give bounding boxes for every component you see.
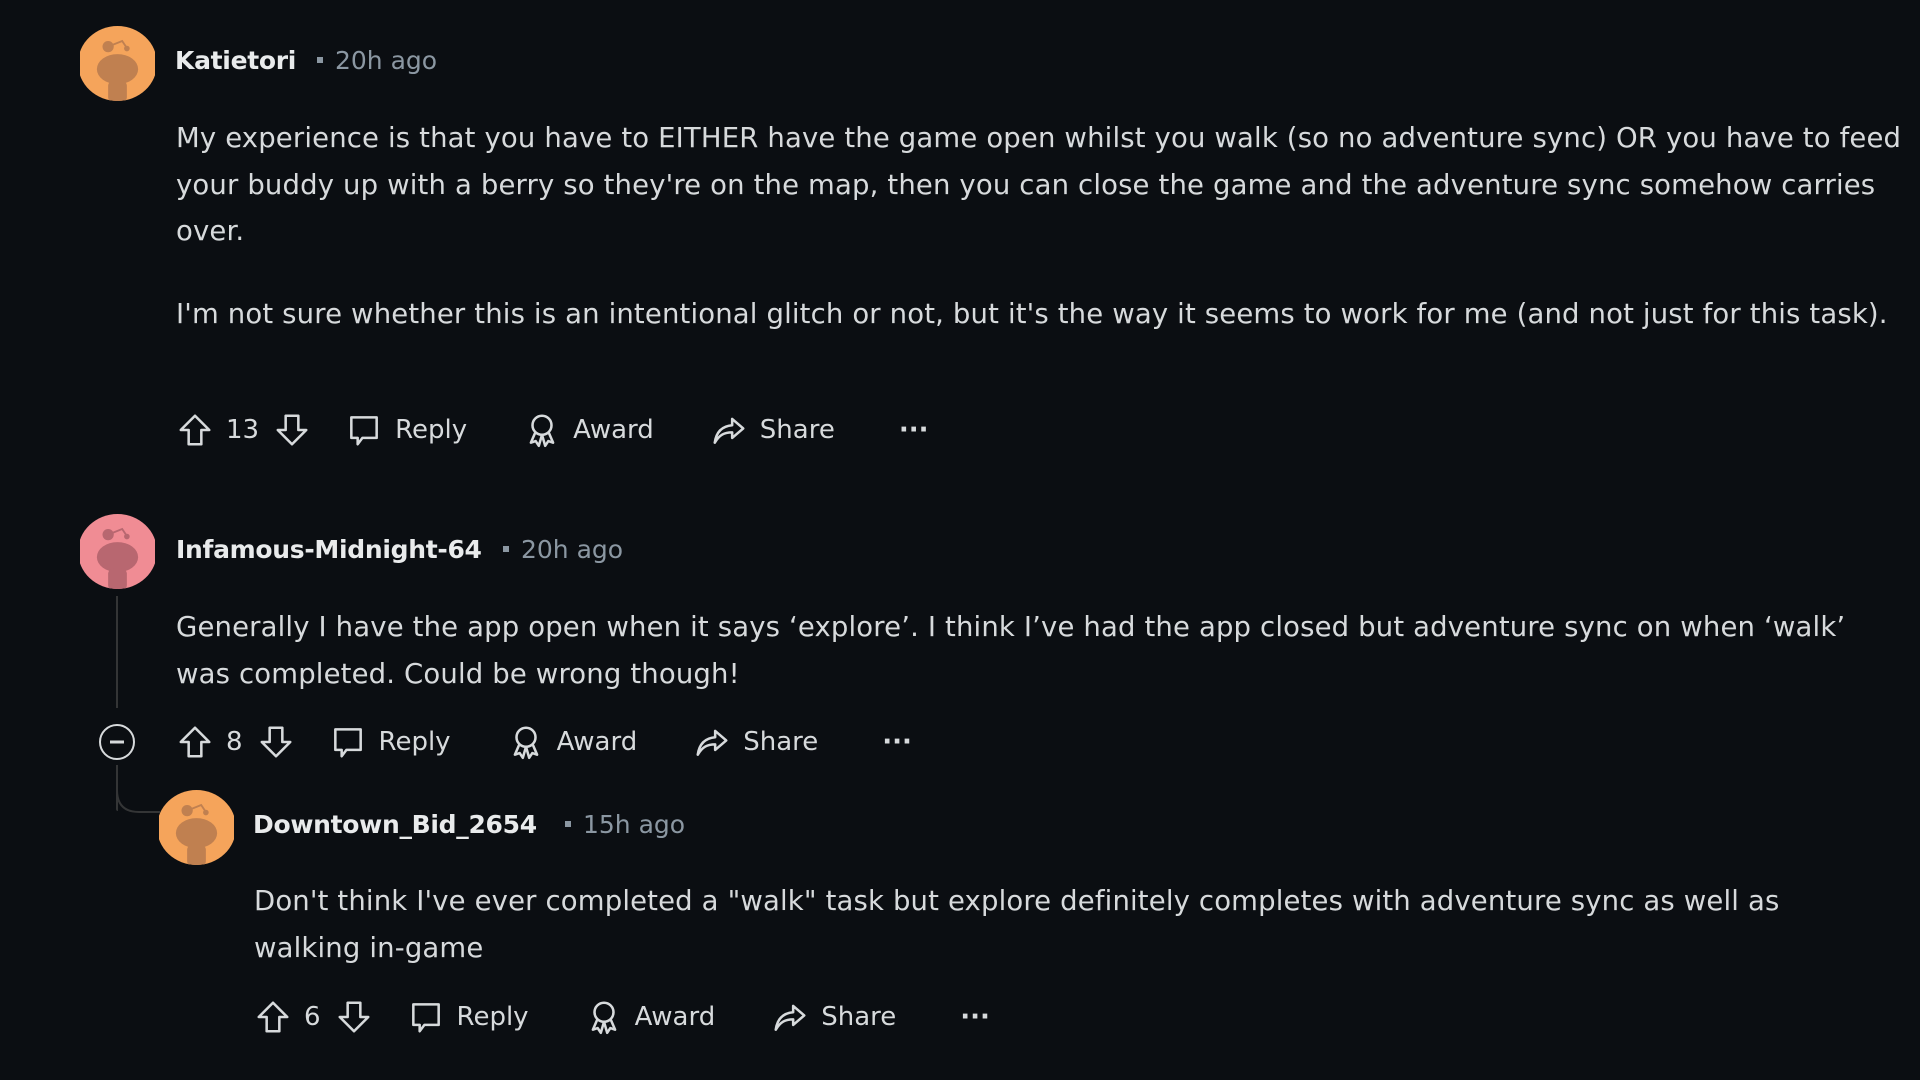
- username[interactable]: Downtown_Bid_2654: [253, 810, 537, 839]
- share-icon: [771, 998, 809, 1036]
- reddit-snoo-icon: [80, 26, 155, 101]
- share-icon: [710, 411, 748, 449]
- award-icon: [507, 723, 545, 761]
- comment-actions: 13 Reply Award Share ···: [176, 406, 928, 454]
- comment-bubble-icon: [329, 723, 367, 761]
- award-label: Award: [556, 727, 638, 757]
- username[interactable]: Katietori: [175, 46, 296, 75]
- avatar[interactable]: [78, 26, 157, 101]
- timestamp-text: 20h ago: [335, 46, 438, 75]
- timestamp: 15h ago: [565, 810, 685, 839]
- separator-dot: [317, 56, 323, 63]
- award-icon: [523, 411, 561, 449]
- more-options-button[interactable]: ···: [899, 415, 929, 445]
- comment-actions: 6 Reply Award Share ···: [254, 993, 990, 1041]
- share-button[interactable]: Share: [710, 411, 835, 449]
- reddit-snoo-icon: [80, 514, 155, 589]
- timestamp-text: 20h ago: [521, 535, 624, 564]
- share-label: Share: [743, 727, 819, 757]
- award-label: Award: [573, 415, 654, 445]
- reddit-snoo-icon: [159, 790, 234, 865]
- share-button[interactable]: Share: [693, 723, 818, 761]
- downvote-icon[interactable]: [335, 998, 373, 1036]
- avatar[interactable]: [78, 514, 157, 589]
- separator-dot: [565, 820, 571, 827]
- comment-body: Generally I have the app open when it sa…: [176, 604, 1876, 697]
- thread-line[interactable]: [116, 596, 118, 708]
- comment-actions: 8 Reply Award Share ···: [176, 718, 912, 766]
- comment-paragraph: Don't think I've ever completed a "walk"…: [254, 885, 1780, 964]
- comment-bubble-icon: [345, 411, 383, 449]
- comment-paragraph: I'm not sure whether this is an intentio…: [176, 297, 1888, 330]
- avatar[interactable]: [157, 790, 236, 865]
- timestamp-text: 15h ago: [583, 810, 686, 839]
- reply-label: Reply: [456, 1002, 529, 1032]
- reply-button[interactable]: Reply: [407, 998, 529, 1036]
- comment-bubble-icon: [407, 998, 445, 1036]
- upvote-icon[interactable]: [254, 998, 292, 1036]
- vote-score: 13: [226, 415, 260, 445]
- comment-body: Don't think I've ever completed a "walk"…: [254, 878, 1894, 971]
- share-label: Share: [759, 415, 835, 445]
- thread-connector: [116, 790, 160, 813]
- share-button[interactable]: Share: [771, 998, 896, 1036]
- timestamp: 20h ago: [503, 535, 623, 564]
- more-options-button[interactable]: ···: [960, 1002, 990, 1032]
- separator-dot: [503, 545, 509, 552]
- downvote-icon[interactable]: [257, 723, 295, 761]
- award-label: Award: [634, 1002, 716, 1032]
- vote-score: 8: [226, 727, 243, 757]
- reply-label: Reply: [395, 415, 468, 445]
- downvote-icon[interactable]: [273, 411, 311, 449]
- upvote-icon[interactable]: [176, 411, 214, 449]
- reply-button[interactable]: Reply: [345, 411, 467, 449]
- share-label: Share: [821, 1002, 897, 1032]
- comment-paragraph: Generally I have the app open when it sa…: [176, 611, 1846, 690]
- award-button[interactable]: Award: [585, 998, 716, 1036]
- more-options-button[interactable]: ···: [882, 727, 912, 757]
- vote-score: 6: [304, 1002, 321, 1032]
- reply-button[interactable]: Reply: [329, 723, 451, 761]
- share-icon: [693, 723, 731, 761]
- award-button[interactable]: Award: [523, 411, 654, 449]
- award-button[interactable]: Award: [507, 723, 638, 761]
- reply-label: Reply: [378, 727, 451, 757]
- comment-paragraph: My experience is that you have to EITHER…: [176, 122, 1902, 247]
- username[interactable]: Infamous-Midnight-64: [176, 535, 482, 564]
- upvote-icon[interactable]: [176, 723, 214, 761]
- comment-body: My experience is that you have to EITHER…: [176, 115, 1916, 337]
- timestamp: 20h ago: [317, 46, 437, 75]
- collapse-thread-icon[interactable]: [98, 723, 136, 761]
- award-icon: [585, 998, 623, 1036]
